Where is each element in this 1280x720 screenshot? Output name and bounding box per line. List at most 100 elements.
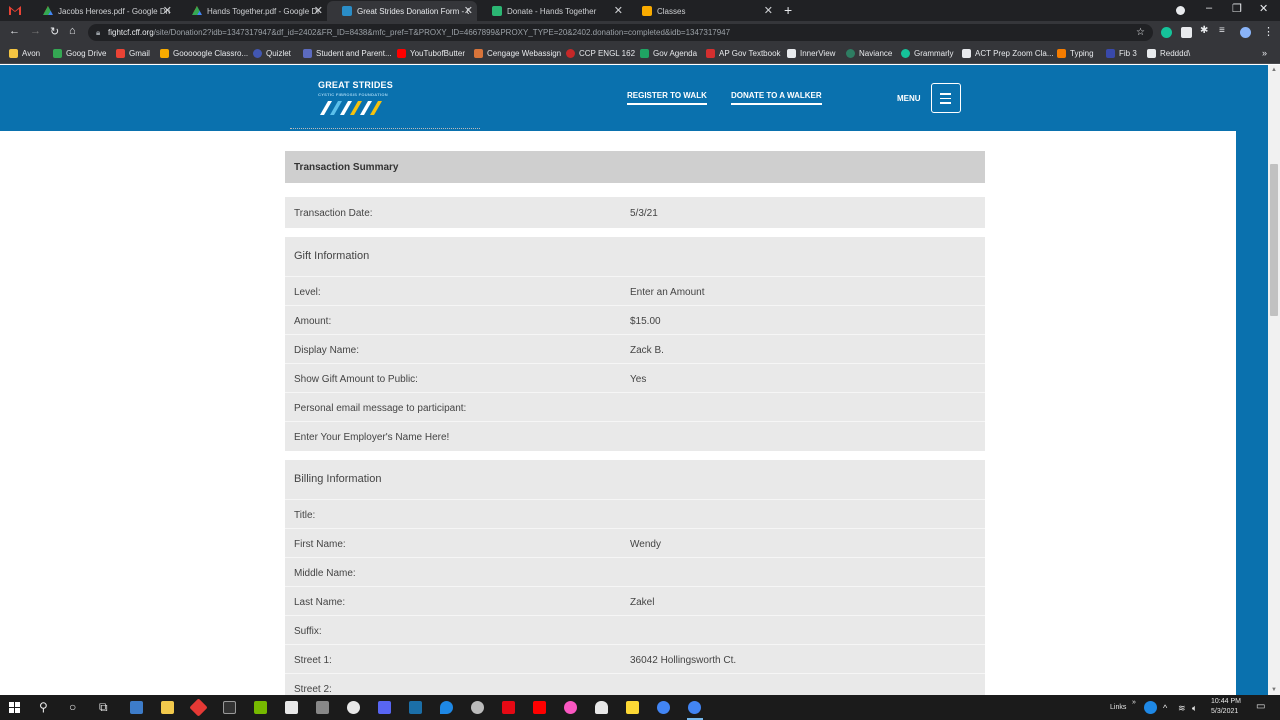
- tab-close-icon[interactable]: ✕: [314, 4, 323, 17]
- great-strides-logo-icon[interactable]: [318, 97, 386, 117]
- app-icon-2[interactable]: [189, 698, 208, 717]
- browser-tab-4[interactable]: Donate - Hands Together ✕: [477, 1, 627, 21]
- bookmark-label: Gov Agenda: [653, 49, 698, 58]
- grammarly-extension-icon[interactable]: [1161, 27, 1172, 38]
- page-scrollbar[interactable]: ▲ ▼: [1268, 65, 1280, 695]
- bookmarks-overflow-icon[interactable]: »: [1262, 48, 1267, 58]
- google-drive-icon: [192, 6, 202, 15]
- restore-icon[interactable]: ❐: [1232, 2, 1242, 15]
- menu-label[interactable]: MENU: [897, 94, 921, 103]
- bookmark-item[interactable]: InnerView: [787, 48, 835, 60]
- media-control-icon[interactable]: [1176, 6, 1185, 15]
- table-row: Show Gift Amount to Public: Yes: [285, 363, 985, 392]
- netflix-icon[interactable]: [502, 701, 515, 714]
- chrome-active-icon[interactable]: [688, 701, 701, 714]
- bookmark-item[interactable]: YouTubofButter: [397, 48, 465, 60]
- itunes-icon[interactable]: [564, 701, 577, 714]
- notifications-icon[interactable]: ▭: [1256, 701, 1265, 712]
- bookmark-item[interactable]: Avon: [9, 48, 40, 60]
- app-icon-6[interactable]: [471, 701, 484, 714]
- reload-icon[interactable]: ↻: [50, 25, 59, 38]
- gmail-tab-icon[interactable]: [9, 5, 21, 15]
- bookmark-item[interactable]: Student and Parent...: [303, 48, 392, 60]
- row-label: Level:: [294, 287, 321, 298]
- bookmark-item[interactable]: Redddd\: [1147, 48, 1190, 60]
- bookmark-item[interactable]: Gmail: [116, 48, 150, 60]
- app-icon-3[interactable]: [223, 701, 236, 714]
- tab-close-icon[interactable]: ✕: [764, 4, 773, 17]
- tray-chevron-up-icon[interactable]: ^: [1163, 703, 1167, 713]
- bookmark-item[interactable]: Typing: [1057, 48, 1094, 60]
- nvidia-icon[interactable]: [254, 701, 267, 714]
- tab-close-icon[interactable]: ✕: [614, 4, 623, 17]
- minimize-icon[interactable]: –: [1206, 2, 1212, 14]
- app-icon-1[interactable]: [130, 701, 143, 714]
- reading-list-icon[interactable]: ≡: [1219, 25, 1225, 36]
- scroll-up-icon[interactable]: ▲: [1271, 67, 1277, 73]
- profile-avatar[interactable]: [1240, 27, 1251, 38]
- soundcloud-icon[interactable]: [595, 701, 608, 714]
- bookmark-item[interactable]: Grammarly: [901, 48, 954, 60]
- bookmark-item[interactable]: Fib 3: [1106, 48, 1137, 60]
- windows-start-icon[interactable]: [9, 702, 20, 713]
- bookmark-item[interactable]: ACT Prep Zoom Cla...: [962, 48, 1054, 60]
- bookmark-item[interactable]: Quizlet: [253, 48, 291, 60]
- classes-icon: [642, 6, 652, 16]
- donate-to-walker-link[interactable]: DONATE TO A WALKER: [731, 91, 822, 105]
- clock-time[interactable]: 10:44 PM: [1211, 698, 1241, 705]
- tab-close-icon[interactable]: ✕: [163, 4, 172, 17]
- discord-icon[interactable]: [378, 701, 391, 714]
- bookmark-item[interactable]: Goog Drive: [53, 48, 106, 60]
- browser-tab-3-active[interactable]: Great Strides Donation Form - Cy ✕: [327, 1, 477, 21]
- billing-information-panel: Billing Information Title: First Name: W…: [285, 460, 985, 695]
- app-icon-4[interactable]: [316, 701, 329, 714]
- cortana-icon[interactable]: ○: [69, 700, 76, 714]
- links-toolbar[interactable]: Links: [1110, 704, 1126, 711]
- close-window-icon[interactable]: ✕: [1259, 2, 1268, 15]
- hamburger-menu-icon[interactable]: [931, 83, 961, 113]
- browser-tab-1[interactable]: Jacobs Heroes.pdf - Google Driv ✕: [28, 1, 176, 21]
- scrollbar-thumb[interactable]: [1270, 164, 1278, 316]
- logo-title[interactable]: GREAT STRIDES: [318, 80, 393, 90]
- register-to-walk-link[interactable]: REGISTER TO WALK: [627, 91, 707, 105]
- tab-close-icon[interactable]: ✕: [464, 4, 473, 17]
- sticky-notes-icon[interactable]: [626, 701, 639, 714]
- back-arrow-icon[interactable]: ←: [9, 25, 20, 37]
- clock-date[interactable]: 5/3/2021: [1211, 708, 1238, 715]
- task-view-icon[interactable]: ⧉: [99, 700, 108, 715]
- steam-icon[interactable]: [409, 701, 422, 714]
- xbox-icon[interactable]: [347, 701, 360, 714]
- bookmark-item[interactable]: Gov Agenda: [640, 48, 697, 60]
- youtube-icon[interactable]: [533, 701, 546, 714]
- bookmark-item[interactable]: Naviance: [846, 48, 892, 60]
- app-icon-5[interactable]: [440, 701, 453, 714]
- bookmark-item[interactable]: Cengage Webassign: [474, 48, 561, 60]
- volume-icon[interactable]: 🔈︎: [1192, 703, 1197, 714]
- bookmark-label: Gmail: [129, 49, 150, 58]
- browser-tab-2[interactable]: Hands Together.pdf - Google Dr ✕: [177, 1, 327, 21]
- home-icon[interactable]: ⌂: [69, 25, 76, 37]
- puzzle-extensions-icon[interactable]: ✱: [1200, 25, 1208, 36]
- row-label: Amount:: [294, 316, 332, 327]
- site-header: GREAT STRIDES CYSTIC FIBROSIS FOUNDATION…: [0, 65, 1236, 131]
- section-title: Gift Information: [294, 250, 370, 262]
- address-bar[interactable]: 🔒︎ fightcf.cff.org/site/Donation2?idb=13…: [88, 24, 1153, 41]
- bookmark-label: Student and Parent...: [316, 49, 392, 58]
- bookmark-item[interactable]: AP Gov Textbook: [706, 48, 781, 60]
- chrome-icon[interactable]: [657, 701, 670, 714]
- bookmark-item[interactable]: CCP ENGL 162: [566, 48, 635, 60]
- bookmark-item[interactable]: Gooooogle Classro...: [160, 48, 248, 60]
- search-icon[interactable]: ⚲: [39, 700, 48, 714]
- help-icon[interactable]: [1144, 701, 1157, 714]
- bookmark-star-icon[interactable]: ☆: [1136, 24, 1145, 41]
- links-overflow-icon[interactable]: »: [1132, 699, 1136, 706]
- forward-arrow-icon[interactable]: →: [30, 25, 41, 37]
- browser-menu-icon[interactable]: ⋮: [1263, 25, 1274, 38]
- store-icon[interactable]: [285, 701, 298, 714]
- browser-tab-5[interactable]: Classes ✕: [627, 1, 777, 21]
- new-tab-plus-icon[interactable]: +: [784, 2, 792, 18]
- file-explorer-icon[interactable]: [161, 701, 174, 714]
- scroll-down-icon[interactable]: ▼: [1271, 687, 1277, 693]
- wifi-icon[interactable]: ≋: [1178, 703, 1186, 714]
- extension-icon[interactable]: [1181, 27, 1192, 38]
